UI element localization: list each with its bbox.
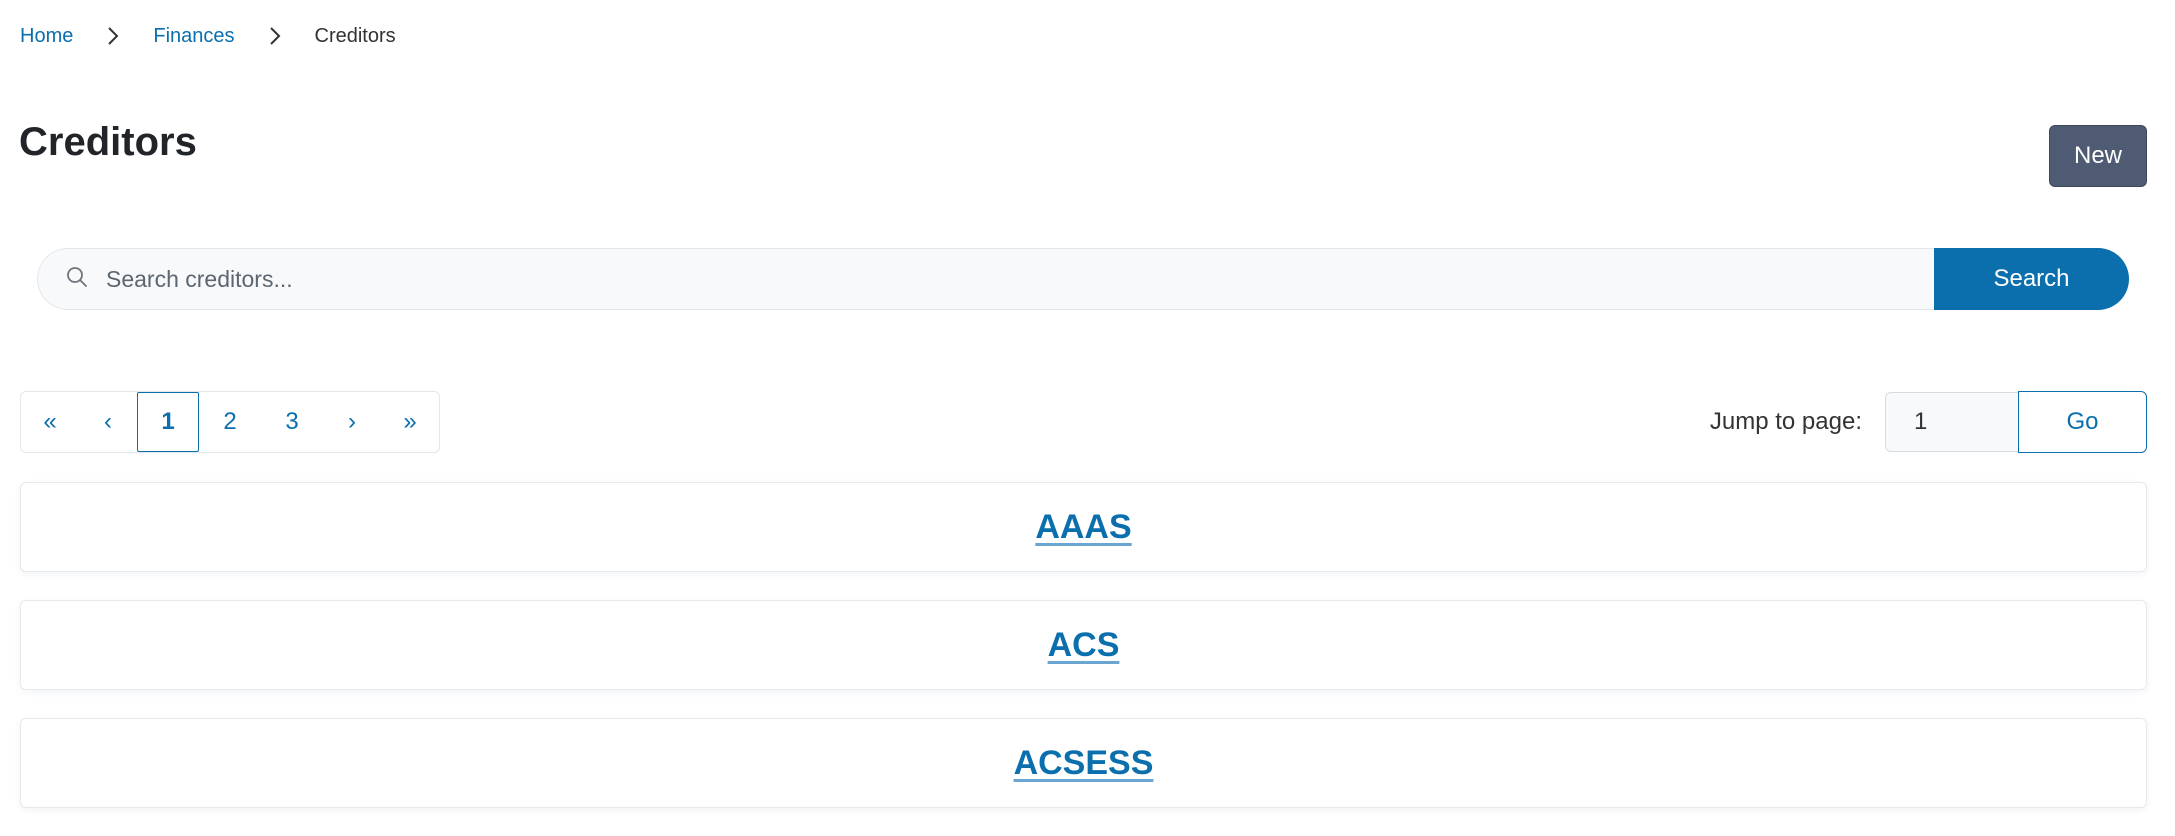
breadcrumb-link-finances[interactable]: Finances bbox=[153, 25, 234, 48]
go-button[interactable]: Go bbox=[2018, 391, 2147, 453]
pagination-last-button[interactable]: » bbox=[381, 392, 439, 452]
chevron-right-icon bbox=[235, 22, 315, 50]
pagination-page-3[interactable]: 3 bbox=[261, 392, 323, 452]
pagination-first-button[interactable]: « bbox=[21, 392, 79, 452]
pagination-page-2[interactable]: 2 bbox=[199, 392, 261, 452]
pagination-page-1[interactable]: 1 bbox=[137, 392, 199, 452]
pagination-prev-button[interactable]: ‹ bbox=[79, 392, 137, 452]
list-item: ACSESS bbox=[20, 718, 2147, 808]
search-icon bbox=[38, 266, 104, 293]
creditor-link[interactable]: AAAS bbox=[1035, 508, 1131, 547]
jump-to-page-input[interactable] bbox=[1885, 392, 2018, 452]
jump-to-page-label: Jump to page: bbox=[1709, 408, 1862, 435]
chevron-right-icon bbox=[73, 22, 153, 50]
new-creditor-button[interactable]: New bbox=[2049, 125, 2147, 187]
search-input[interactable] bbox=[104, 264, 1934, 294]
list-item: AAAS bbox=[20, 482, 2147, 572]
jump-to-page: Jump to page: Go bbox=[1710, 391, 2147, 453]
search-bar: Search bbox=[37, 248, 2129, 310]
search-box bbox=[37, 248, 1934, 310]
page-title: Creditors bbox=[19, 120, 197, 164]
list-item: ACS bbox=[20, 600, 2147, 690]
creditor-link[interactable]: ACS bbox=[1048, 626, 1120, 665]
creditor-link[interactable]: ACSESS bbox=[1014, 744, 1154, 783]
breadcrumb-current: Creditors bbox=[314, 24, 396, 47]
creditor-list: AAAS ACS ACSESS bbox=[20, 482, 2147, 836]
pagination: « ‹ 1 2 3 › » bbox=[20, 391, 440, 453]
breadcrumb-link-home[interactable]: Home bbox=[20, 25, 73, 48]
breadcrumb: Home Finances Creditors bbox=[20, 22, 396, 50]
search-button[interactable]: Search bbox=[1934, 248, 2129, 310]
pagination-next-button[interactable]: › bbox=[323, 392, 381, 452]
